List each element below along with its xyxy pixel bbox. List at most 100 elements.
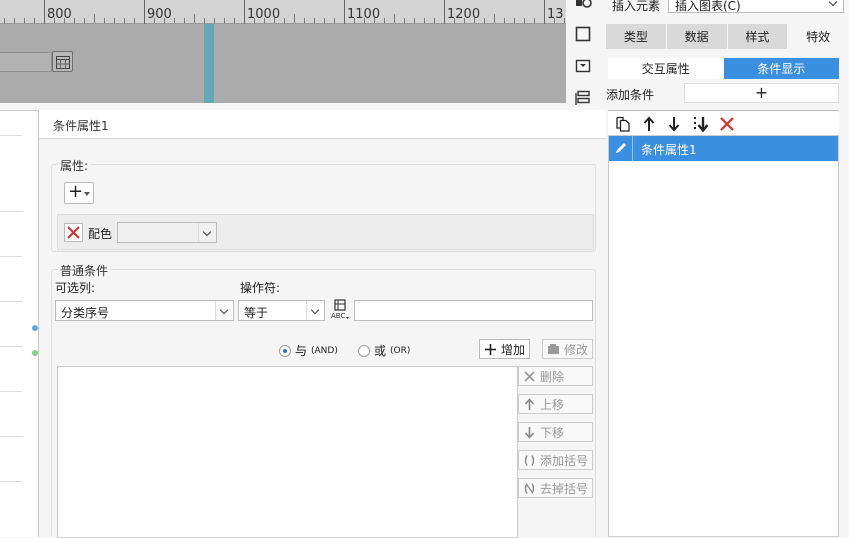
ruler-minor-tick	[74, 18, 75, 23]
ruler-minor-tick	[394, 14, 395, 23]
grid-line	[0, 256, 22, 257]
ruler-tick	[444, 0, 445, 24]
color-property-row: 配色	[57, 214, 594, 250]
ruler-minor-tick	[504, 18, 505, 23]
ruler-minor-tick	[294, 14, 295, 23]
and-radio[interactable]: 与 (AND)	[279, 342, 338, 359]
column-select[interactable]: 分类序号	[55, 300, 234, 321]
chevron-down-icon	[215, 301, 233, 320]
modify-condition-button[interactable]: 修改	[542, 339, 593, 359]
x-icon	[524, 370, 535, 382]
color-label: 配色	[88, 227, 113, 241]
ruler-minor-tick	[464, 18, 465, 23]
condition-property-dialog: 条件属性1 属性: + 配色 普通条件 可选列: 操作符: 分类序号 等于 AB…	[38, 110, 607, 538]
condition-value-input[interactable]	[354, 300, 593, 321]
grid-line	[0, 301, 22, 302]
ruler-minor-tick	[274, 18, 275, 23]
move-down-button[interactable]: 下移	[518, 422, 593, 442]
grid-line	[0, 391, 22, 392]
add-button-label: 增加	[501, 342, 526, 357]
remove-property-button[interactable]	[64, 223, 83, 242]
condition-group-legend: 普通条件	[58, 262, 111, 279]
ruler-minor-tick	[384, 18, 385, 23]
chevron-down-icon	[825, 0, 843, 12]
add-property-button[interactable]: +	[64, 182, 94, 204]
ruler-minor-tick	[484, 18, 485, 23]
move-down-label: 下移	[540, 425, 565, 440]
tab-style[interactable]: 样式	[727, 24, 788, 49]
copy-icon[interactable]	[614, 115, 632, 133]
remove-brackets-icon	[524, 482, 535, 494]
calendar-button[interactable]	[52, 51, 73, 72]
plus-icon: +	[68, 181, 84, 202]
design-canvas[interactable]: 800 900 1000 1100 1200 13	[0, 0, 566, 103]
add-bracket-button[interactable]: 添加括号	[518, 450, 593, 470]
ruler-minor-tick	[424, 18, 425, 23]
add-condition-plus-button[interactable]: +	[684, 83, 839, 103]
layers-icon[interactable]	[574, 89, 592, 107]
column-label: 可选列:	[55, 281, 96, 295]
brackets-icon	[524, 454, 535, 466]
tab-data[interactable]: 数据	[666, 24, 727, 49]
condition-list[interactable]	[57, 366, 518, 538]
ruler-minor-tick	[154, 18, 155, 23]
column-select-value: 分类序号	[61, 306, 110, 320]
properties-panel: 插入元素 插入图表(C) 类型 数据 样式 特效 交互属性 条件显示 添加条件 …	[606, 0, 849, 537]
radio-unchecked	[358, 344, 370, 357]
move-up-button[interactable]: 上移	[518, 394, 593, 414]
ruler-minor-tick	[564, 18, 565, 23]
condition-item-label: 条件属性1	[641, 143, 697, 157]
arrow-down-icon[interactable]	[665, 115, 683, 133]
and-radio-label: 与	[295, 344, 308, 358]
ruler-minor-tick	[214, 18, 215, 23]
selection-marker[interactable]	[204, 24, 214, 103]
or-radio[interactable]: 或 (OR)	[358, 342, 410, 359]
tab-type[interactable]: 类型	[606, 24, 666, 49]
ruler-minor-tick	[374, 18, 375, 23]
color-scheme-select[interactable]	[117, 222, 217, 243]
tab-interaction-properties[interactable]: 交互属性	[608, 58, 724, 79]
delete-condition-button[interactable]: 删除	[518, 366, 593, 386]
ruler-tick	[344, 0, 345, 24]
info-icon[interactable]	[574, 0, 592, 14]
vertical-toolbar	[566, 0, 599, 110]
grid-line	[0, 481, 22, 482]
canvas-date-input[interactable]	[0, 52, 52, 72]
ruler-minor-tick	[134, 18, 135, 23]
modify-icon	[548, 343, 559, 354]
dropdown-widget-icon[interactable]	[574, 57, 592, 75]
remove-bracket-button[interactable]: 去掉括号	[518, 478, 593, 498]
ruler-minor-tick	[524, 18, 525, 23]
tab-effects[interactable]: 特效	[788, 24, 848, 49]
ruler-minor-tick	[194, 14, 195, 23]
add-bracket-label: 添加括号	[540, 453, 589, 468]
operator-select[interactable]: 等于	[238, 300, 325, 321]
ruler-minor-tick	[104, 18, 105, 23]
edit-button[interactable]	[609, 136, 633, 161]
horizontal-ruler: 800 900 1000 1100 1200 13	[0, 0, 566, 24]
add-condition-button[interactable]: 增加	[479, 339, 530, 359]
value-type-icon[interactable]: ABC	[330, 299, 350, 321]
operator-label: 操作符:	[240, 281, 281, 295]
ruler-minor-tick	[514, 18, 515, 23]
delete-icon[interactable]	[718, 115, 736, 133]
move-up-label: 上移	[540, 397, 565, 412]
condition-items-list: 条件属性1	[608, 135, 839, 537]
ruler-minor-tick	[554, 18, 555, 23]
ruler-minor-tick	[404, 18, 405, 23]
ruler-label: 13	[547, 7, 564, 22]
ruler-minor-tick	[494, 14, 495, 23]
arrow-up-icon	[524, 397, 535, 410]
insert-element-label: 插入元素	[612, 0, 661, 13]
tab-conditional-display[interactable]: 条件显示	[723, 58, 839, 79]
ruler-minor-tick	[304, 18, 305, 23]
grid-line	[0, 211, 22, 212]
condition-toolbar	[608, 110, 839, 135]
or-radio-sub: (OR)	[390, 345, 411, 356]
move-to-bottom-icon[interactable]	[692, 115, 710, 133]
square-icon[interactable]	[574, 25, 592, 43]
ruler-minor-tick	[114, 18, 115, 23]
condition-item[interactable]: 条件属性1	[609, 136, 838, 161]
arrow-up-icon[interactable]	[640, 115, 658, 133]
insert-element-select[interactable]: 插入图表(C)	[668, 0, 844, 13]
